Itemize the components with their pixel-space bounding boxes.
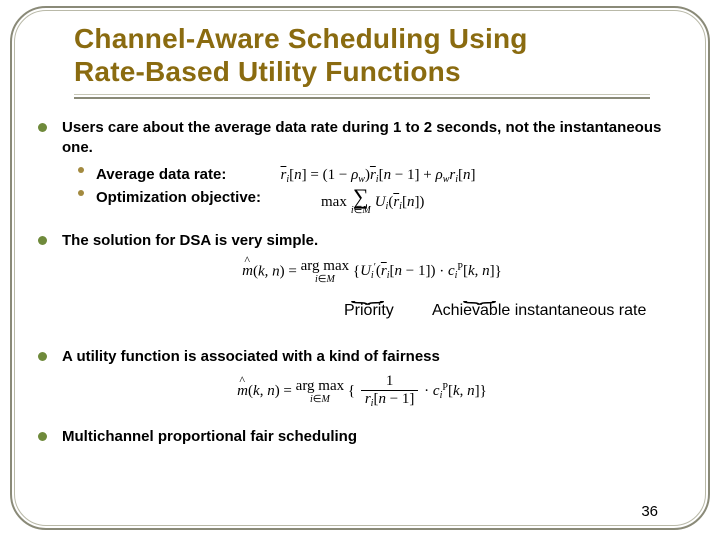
bullet-1-sub-1-label: Average data rate: [96, 166, 226, 183]
bullet-2-text: The solution for DSA is very simple. [62, 232, 318, 249]
dsa-equation: m(k, n) = arg maxi∈M { Ui′(ri[n − 1]) · … [242, 259, 502, 285]
bullet-3-text: A utility function is associated with a … [62, 348, 440, 365]
bullet-1-sub-2-label: Optimization objective: [96, 188, 261, 208]
slide: Channel-Aware Scheduling Using Rate-Base… [0, 0, 720, 540]
avg-rate-equation: ri[n] = (1 − ρw)ri[n − 1] + ρwri[n] [281, 166, 476, 186]
slide-title: Channel-Aware Scheduling Using Rate-Base… [74, 22, 664, 99]
bullet-3: A utility function is associated with a … [34, 347, 690, 367]
priority-label: Priority [344, 301, 394, 322]
achievable-rate-label: Achievable instantaneous rate [432, 301, 646, 322]
optimization-objective-equation: max ∑ i∈M Ui(ri[n]) [321, 188, 424, 217]
max-label: max [321, 193, 347, 213]
bullet-4: Multichannel proportional fair schedulin… [34, 427, 690, 447]
title-line-1: Channel-Aware Scheduling Using [74, 23, 528, 54]
sum-symbol: ∑ i∈M [351, 188, 371, 217]
page-number: 36 [641, 503, 658, 520]
bullet-4-text: Multichannel proportional fair schedulin… [62, 428, 357, 445]
bullet-2: The solution for DSA is very simple. [34, 231, 690, 251]
bullet-1-text: Users care about the average data rate d… [62, 119, 661, 156]
slide-body: Users care about the average data rate d… [34, 118, 690, 455]
title-line-2: Rate-Based Utility Functions [74, 56, 461, 87]
brace-row: ⏟ Priority ⏟ Achievable instantaneous ra… [34, 283, 690, 337]
dsa-solution-block: m(k, n) = arg maxi∈M { Ui′(ri[n − 1]) · … [34, 259, 690, 337]
bullet-1-sub-1: Average data rate: ri[n] = (1 − ρw)ri[n … [34, 165, 690, 186]
bullet-1: Users care about the average data rate d… [34, 118, 690, 157]
fairness-equation: m(k, n) = arg maxi∈M { 1 ri[n − 1] · ciP… [237, 374, 487, 409]
fairness-equation-block: m(k, n) = arg maxi∈M { 1 ri[n − 1] · ciP… [34, 374, 690, 409]
title-underline [74, 94, 650, 99]
bullet-1-sub-2: Optimization objective: max ∑ i∈M Ui(ri[… [34, 188, 690, 217]
